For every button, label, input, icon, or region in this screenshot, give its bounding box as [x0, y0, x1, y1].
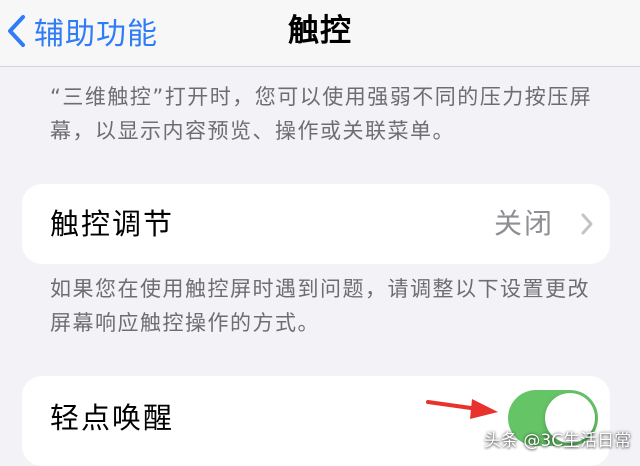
touch-accommodations-row[interactable]: 触控调节 关闭 [22, 184, 610, 264]
touch-accommodations-footnote: 如果您在使用触控屏时遇到问题，请调整以下设置更改屏幕响应触控操作的方式。 [50, 277, 590, 335]
touch-accommodations-value: 关闭 [493, 207, 554, 240]
navigation-bar: 辅助功能 触控 [0, 0, 640, 67]
red-arrow-icon [426, 392, 502, 426]
page-title: 触控 [288, 13, 352, 49]
tap-to-wake-row: 轻点唤醒 [22, 376, 610, 466]
tap-to-wake-label: 轻点唤醒 [50, 401, 175, 435]
3d-touch-footnote: “三维触控”打开时，您可以使用强弱不同的压力按压屏幕，以显示内容预览、操作或关联… [50, 85, 593, 143]
chevron-right-icon [580, 212, 594, 240]
touch-accommodations-label: 触控调节 [50, 207, 175, 241]
watermark: 头条 @3C生活日常 [484, 431, 632, 451]
